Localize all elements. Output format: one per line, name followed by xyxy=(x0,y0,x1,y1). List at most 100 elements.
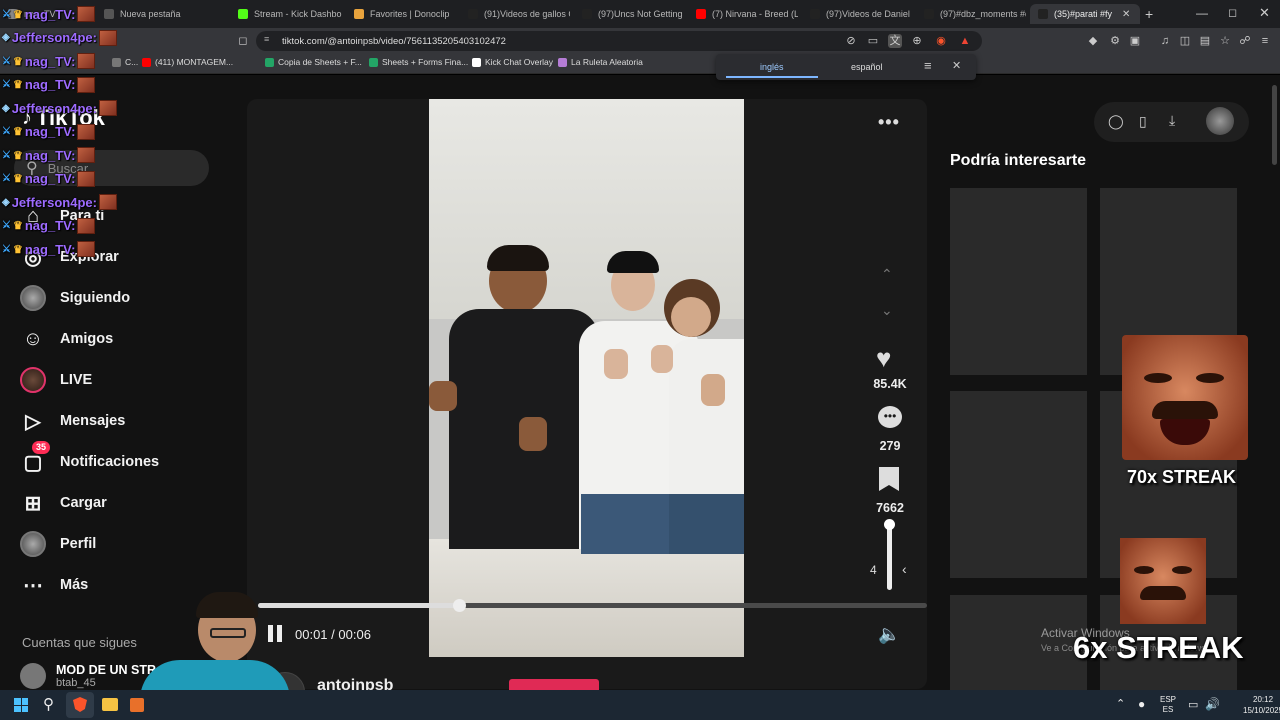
sidebar-item-label: Mensajes xyxy=(60,413,126,429)
volume-fill xyxy=(887,523,892,590)
no-cast-icon[interactable]: ⊘ xyxy=(844,34,858,48)
volume-slider[interactable] xyxy=(884,518,895,590)
sidebar-item-mensajes[interactable]: ▷ Mensajes xyxy=(20,408,125,434)
zoom-icon[interactable]: ⊕ xyxy=(910,34,924,48)
leo-icon[interactable]: ☆ xyxy=(1218,34,1232,48)
bookmark-icon[interactable]: ◻ xyxy=(236,34,250,48)
sidebar-item-perfil[interactable]: Perfil xyxy=(20,531,96,557)
close-window-button[interactable]: ✕ xyxy=(1259,5,1270,21)
tray-time: 20:12 xyxy=(1253,695,1274,704)
page-scrollbar[interactable] xyxy=(1272,85,1277,165)
chat-message: ⚔ ♛ nag_TV: xyxy=(2,241,96,257)
volume-collapse-icon[interactable]: ‹ xyxy=(902,561,907,577)
browser-tab[interactable]: (91)Videos de gallos G xyxy=(460,4,570,24)
maximize-button[interactable]: ◻ xyxy=(1228,6,1237,19)
sidebar-item-label: LIVE xyxy=(60,372,93,388)
bookmark-item[interactable]: La Ruleta Aleatoria xyxy=(558,57,643,67)
video-frame[interactable] xyxy=(429,99,744,657)
browser-tab[interactable]: (97)Uncs Not Getting a xyxy=(574,4,684,24)
taskbar-explorer-icon[interactable] xyxy=(102,698,118,711)
prev-video-icon[interactable]: ⌃ xyxy=(881,266,893,283)
translate-menu-icon[interactable]: ≡ xyxy=(924,58,932,73)
brave-rewards-icon[interactable]: ▲ xyxy=(958,34,972,48)
minimize-button[interactable]: — xyxy=(1196,6,1208,20)
browser-menu-icon[interactable]: ≡ xyxy=(1258,34,1272,48)
following-heading: Cuentas que sigues xyxy=(22,635,137,650)
sidebar-item-cargar[interactable]: ⊞ Cargar xyxy=(20,490,107,516)
bookmark-item[interactable]: (411) MONTAGEM... xyxy=(142,57,233,67)
extension-diamond-icon[interactable]: ◆ xyxy=(1086,34,1100,48)
sidebar-item-amigos[interactable]: ☺ Amigos xyxy=(20,326,113,352)
bookmark-item[interactable]: Sheets + Forms Fina... xyxy=(369,57,468,67)
sidebar-item-más[interactable]: ⋯ Más xyxy=(20,572,88,598)
download-icon[interactable]: ⤓ xyxy=(1169,112,1175,129)
sidebar-item-notificaciones[interactable]: ▢ 35 Notificaciones xyxy=(20,441,160,475)
sidebar-item-live[interactable]: LIVE xyxy=(20,367,92,393)
gem-badge-icon: ◈ xyxy=(2,32,10,43)
screenshot-icon[interactable]: ▣ xyxy=(1128,34,1142,48)
progress-knob[interactable] xyxy=(452,599,466,612)
tray-display-icon[interactable]: ▭ xyxy=(1188,698,1198,711)
translate-source-tab[interactable]: inglés xyxy=(760,62,784,72)
browser-tab[interactable]: (97)Videos de Daniel | xyxy=(802,4,912,24)
chat-username: Jefferson4pe: xyxy=(11,194,97,210)
tray-mic-icon[interactable]: ● xyxy=(1138,697,1145,711)
comment-button[interactable]: ••• xyxy=(878,406,902,428)
taskbar-search-icon[interactable]: ⚲ xyxy=(43,695,54,713)
bookmark-favicon-icon xyxy=(142,57,151,67)
browser-tab[interactable]: (35)#parati #fy ✕ xyxy=(1030,4,1140,24)
vpn-icon[interactable]: ☍ xyxy=(1238,34,1252,48)
following-avatar-icon xyxy=(20,285,46,311)
sidebar-item-siguiendo[interactable]: Siguiendo xyxy=(20,285,130,311)
taskbar-app-icon[interactable] xyxy=(130,698,144,712)
tray-volume-icon[interactable]: 🔊 xyxy=(1205,697,1220,711)
translate-icon[interactable]: 文 xyxy=(888,34,902,48)
sidebar-item-label: Notificaciones xyxy=(60,454,160,470)
profile-icon[interactable] xyxy=(1206,107,1234,135)
progress-bar[interactable] xyxy=(258,599,927,612)
browser-tab[interactable]: (97)#dbz_moments #d xyxy=(916,4,1026,24)
volume-knob[interactable] xyxy=(884,518,895,530)
bookmark-item[interactable]: Copia de Sheets + F... xyxy=(265,57,362,67)
input-language[interactable]: ESP ES xyxy=(1160,695,1176,715)
translate-target-tab[interactable]: español xyxy=(851,62,883,72)
more-options-icon[interactable]: ••• xyxy=(878,112,900,133)
tab-close-icon[interactable]: ✕ xyxy=(1122,9,1130,20)
pip-icon[interactable]: ▭ xyxy=(866,34,880,48)
chat-message: ⚔ ♛ nag_TV: xyxy=(2,170,96,187)
taskbar-brave-icon[interactable] xyxy=(66,692,94,718)
browser-tab[interactable]: Stream - Kick Dashbo xyxy=(230,4,342,24)
tab-favicon-icon xyxy=(238,9,248,19)
sidebar-toggle-icon[interactable]: ◫ xyxy=(1178,34,1192,48)
bookmark-label: Kick Chat Overlay xyxy=(485,57,554,67)
tray-clock[interactable]: 20:12 15/10/2025 xyxy=(1243,694,1280,716)
time-display: 00:01 / 00:06 xyxy=(295,627,371,642)
mod-sword-icon: ⚔ xyxy=(2,79,11,90)
crown-icon: ♛ xyxy=(12,79,23,91)
chat-username: Jefferson4pe: xyxy=(11,30,97,45)
next-video-icon[interactable]: ⌄ xyxy=(881,302,893,319)
tray-chevron-icon[interactable]: ⌃ xyxy=(1116,697,1125,710)
speaker-icon[interactable]: 🔈 xyxy=(878,624,900,645)
new-tab-button[interactable]: + xyxy=(1145,6,1153,22)
browser-tab[interactable]: Nueva pestaña xyxy=(96,4,226,24)
browser-tab[interactable]: Favorites | Donoclip xyxy=(346,4,456,24)
device-icon[interactable]: ▯ xyxy=(1139,113,1147,130)
chat-message: ◈ Jefferson4pe: xyxy=(2,194,117,210)
translate-close-icon[interactable]: ✕ xyxy=(952,59,961,72)
rec-tile[interactable] xyxy=(950,391,1087,578)
media-icon[interactable]: ♫ xyxy=(1158,34,1172,48)
tab-favicon-icon xyxy=(104,9,114,19)
extensions-icon[interactable]: ⚙ xyxy=(1108,34,1122,48)
site-info-icon[interactable]: ≡ xyxy=(264,34,269,44)
windows-start-icon[interactable] xyxy=(14,698,28,712)
chat-message: ◈ Jefferson4pe: xyxy=(2,29,117,46)
rec-tile[interactable] xyxy=(950,188,1087,375)
brave-shield-icon[interactable]: ◉ xyxy=(934,34,948,48)
bookmark-item[interactable]: Kick Chat Overlay xyxy=(472,57,553,67)
bookmark-item[interactable]: C... xyxy=(112,57,138,67)
coins-icon[interactable]: ◯ xyxy=(1108,113,1124,130)
browser-tab[interactable]: (7) Nirvana - Breed (Liv xyxy=(688,4,798,24)
like-button[interactable]: ♥ xyxy=(876,343,891,374)
wallet-icon[interactable]: ▤ xyxy=(1198,34,1212,48)
